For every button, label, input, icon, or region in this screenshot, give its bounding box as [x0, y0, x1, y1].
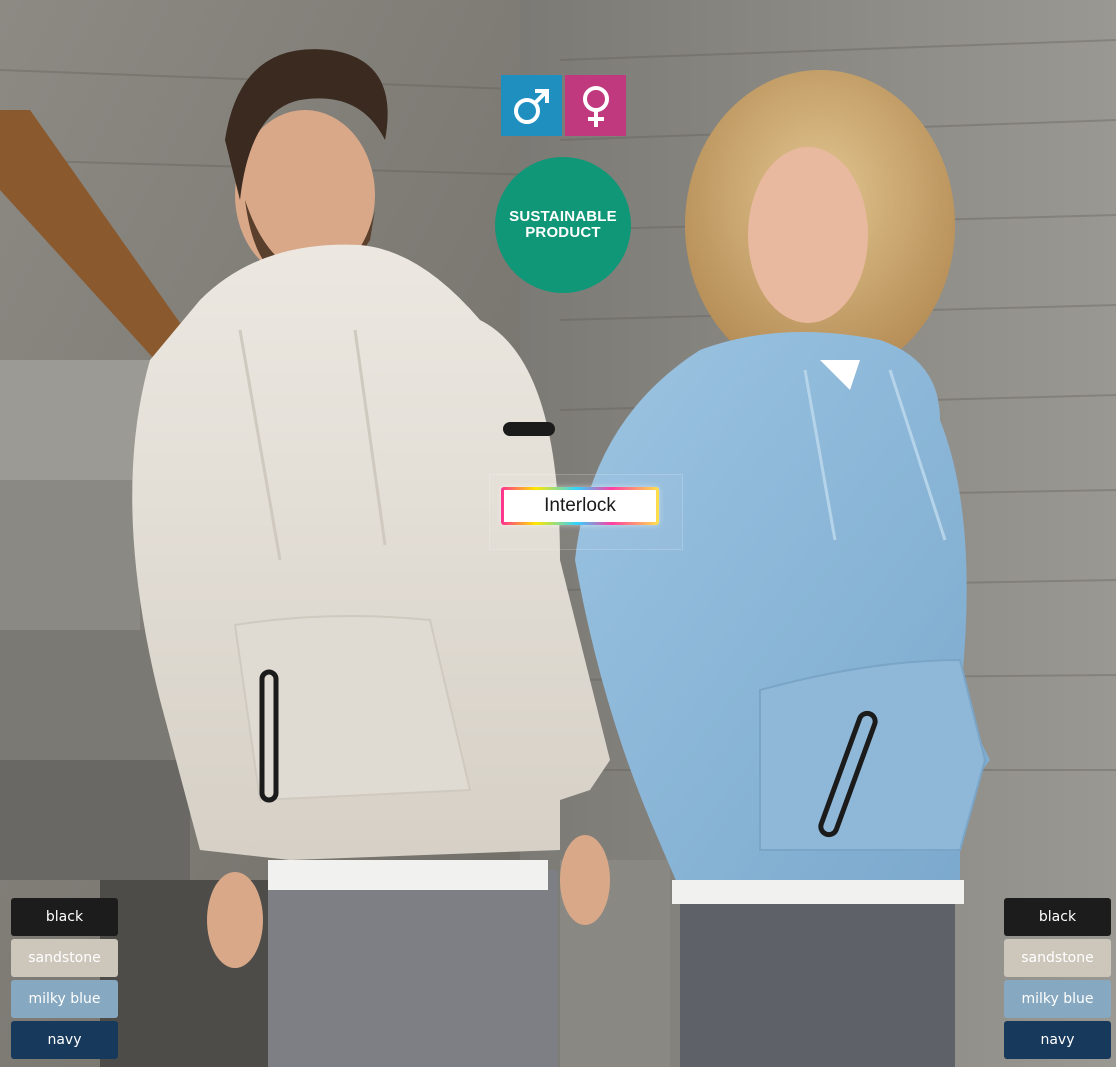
male-symbol-icon: [513, 88, 549, 124]
color-swatch-milky-blue[interactable]: milky blue: [11, 980, 118, 1018]
color-swatches-right: black sandstone milky blue navy: [1004, 898, 1111, 1062]
female-badge: [565, 75, 626, 136]
color-swatch-navy[interactable]: navy: [1004, 1021, 1111, 1059]
color-swatch-black[interactable]: black: [1004, 898, 1111, 936]
sustainable-line1: SUSTAINABLE: [509, 208, 617, 225]
color-swatch-black[interactable]: black: [11, 898, 118, 936]
male-badge: [501, 75, 562, 136]
color-swatch-milky-blue[interactable]: milky blue: [1004, 980, 1111, 1018]
color-swatches-left: black sandstone milky blue navy: [11, 898, 118, 1062]
sustainable-product-badge: SUSTAINABLE PRODUCT: [495, 157, 631, 293]
color-swatch-sandstone[interactable]: sandstone: [1004, 939, 1111, 977]
product-photo: SUSTAINABLE PRODUCT Interlock black sands…: [0, 0, 1116, 1067]
color-swatch-navy[interactable]: navy: [11, 1021, 118, 1059]
sustainable-line2: PRODUCT: [525, 224, 601, 241]
interlock-label: Interlock: [504, 490, 656, 522]
color-swatch-sandstone[interactable]: sandstone: [11, 939, 118, 977]
interlock-badge: Interlock: [501, 487, 659, 525]
female-symbol-icon: [582, 85, 609, 127]
